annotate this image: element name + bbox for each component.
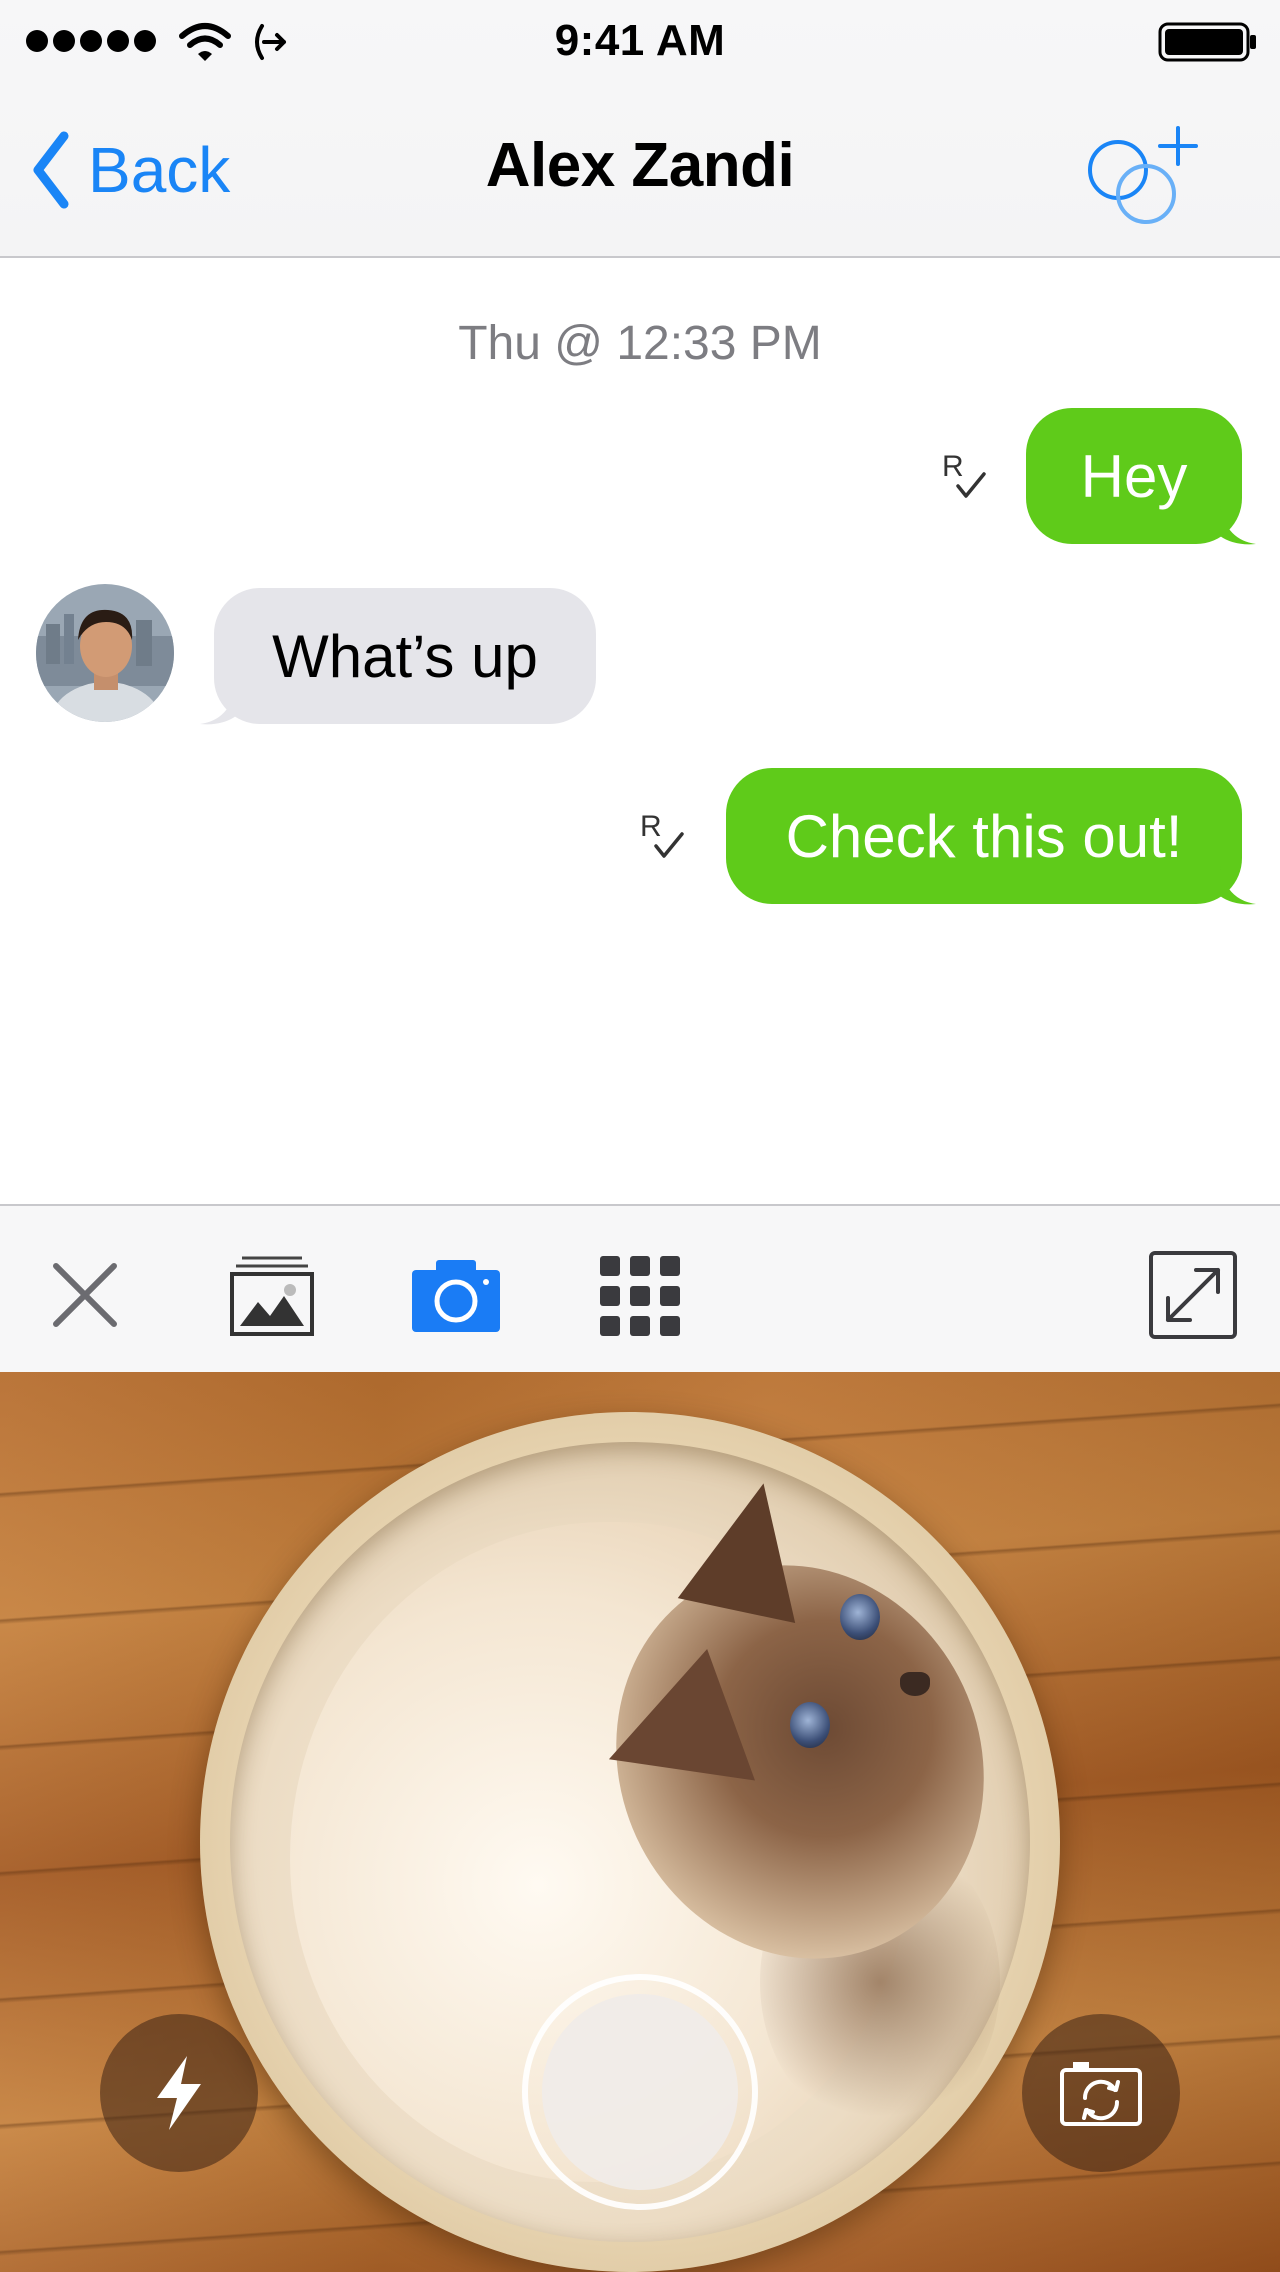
svg-text:R: R bbox=[640, 810, 662, 843]
message-timestamp: Thu @ 12:33 PM bbox=[458, 317, 822, 370]
status-bar: 9:41 AM bbox=[0, 0, 1280, 80]
message-text: What’s up bbox=[272, 622, 538, 690]
message-bubble-incoming[interactable]: What’s up bbox=[200, 588, 596, 725]
message-bubble-outgoing[interactable]: Check this out! bbox=[726, 768, 1256, 905]
top-header: 9:41 AM Back Alex Zandi bbox=[0, 0, 1280, 258]
bubble-tail bbox=[200, 686, 236, 725]
shutter-inner bbox=[542, 1994, 738, 2190]
status-time: 9:41 AM bbox=[554, 16, 726, 65]
flip-camera-button[interactable] bbox=[1022, 2014, 1180, 2172]
bubble-tail bbox=[1220, 506, 1256, 545]
shutter-button[interactable] bbox=[522, 1974, 758, 2210]
bubble-tail bbox=[1220, 866, 1256, 905]
nav-bar: Back Alex Zandi bbox=[0, 100, 1280, 240]
contact-avatar[interactable] bbox=[36, 584, 174, 722]
camera-viewfinder[interactable] bbox=[0, 1372, 1280, 2272]
message-text: Check this out! bbox=[785, 802, 1183, 870]
read-receipt-icon: R bbox=[640, 810, 684, 858]
attachment-toolbar bbox=[0, 1204, 1280, 1372]
flash-icon bbox=[157, 2056, 201, 2130]
close-icon[interactable] bbox=[52, 1262, 118, 1328]
message-text: Hey bbox=[1080, 442, 1188, 510]
viewfinder-image bbox=[900, 1672, 930, 1696]
viewfinder-image bbox=[790, 1702, 830, 1748]
camera-icon[interactable] bbox=[410, 1258, 502, 1334]
photo-gallery-icon[interactable] bbox=[230, 1254, 314, 1336]
flip-camera-icon bbox=[1060, 2062, 1142, 2126]
battery-full-icon bbox=[1158, 22, 1256, 62]
message-bubble-outgoing[interactable]: Hey bbox=[1026, 408, 1256, 545]
avatar-image bbox=[36, 584, 174, 722]
flash-button[interactable] bbox=[100, 2014, 258, 2172]
expand-icon[interactable] bbox=[1148, 1250, 1238, 1340]
read-receipt-icon: R bbox=[942, 450, 986, 498]
message-thread: Thu @ 12:33 PM R Hey What’s up R Check t… bbox=[0, 260, 1280, 1202]
add-group-icon[interactable] bbox=[1082, 118, 1222, 228]
viewfinder-image bbox=[840, 1594, 880, 1640]
app-grid-icon[interactable] bbox=[598, 1254, 682, 1338]
svg-text:R: R bbox=[942, 450, 964, 483]
